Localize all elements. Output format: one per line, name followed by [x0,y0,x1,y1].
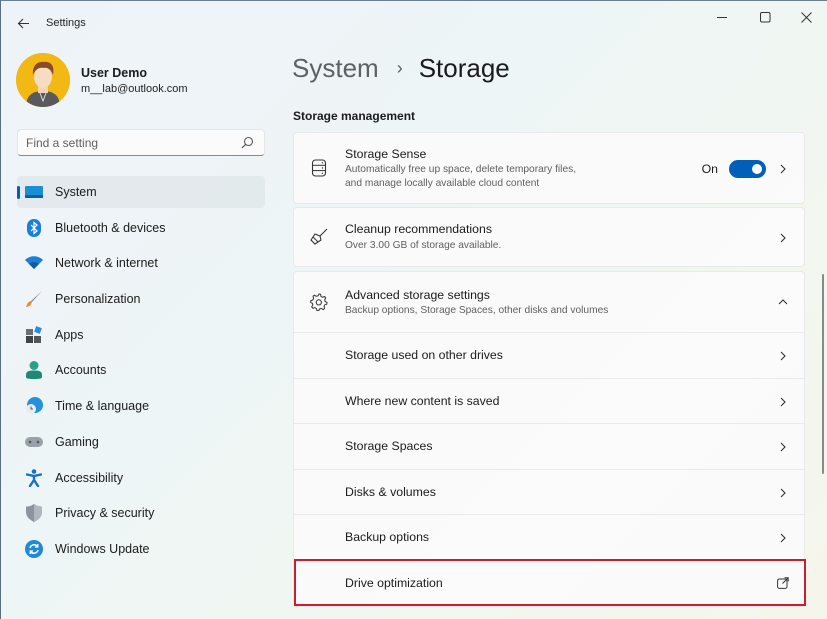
cleanup-description: Over 3.00 GB of storage available. [345,240,502,251]
cleanup-recommendations-card[interactable]: Cleanup recommendations Over 3.00 GB of … [293,207,805,267]
sidebar-item-label: Apps [55,327,84,342]
advanced-storage-settings-header[interactable]: Advanced storage settings Backup options… [294,272,804,332]
storage-sense-card[interactable]: Storage Sense Automatically free up spac… [293,132,805,204]
chevron-right-icon [780,233,786,243]
cleanup-title: Cleanup recommendations [345,222,492,236]
storage-drive-icon [311,159,327,177]
sidebar-item-accessibility[interactable]: Accessibility [17,462,265,494]
person-icon [25,361,43,380]
list-item-label: Drive optimization [345,575,443,590]
where-new-content-is-saved-item[interactable]: Where new content is saved [294,377,804,424]
sidebar-item-label: Privacy & security [55,506,155,521]
list-item-label: Where new content is saved [345,393,500,408]
sidebar-item-privacy[interactable]: Privacy & security [17,497,265,529]
close-button[interactable] [788,7,824,27]
chevron-right-icon [780,351,786,361]
system-icon [25,183,43,201]
user-profile[interactable]: User Demo m__lab@outlook.com [16,53,188,107]
chevron-right-icon [780,533,786,543]
gamepad-icon [25,433,43,451]
sidebar-item-personalization[interactable]: Personalization [17,283,265,315]
sidebar-item-label: Windows Update [55,541,150,556]
sidebar-item-label: Network & internet [55,256,158,271]
storage-spaces-item[interactable]: Storage Spaces [294,423,804,469]
avatar-icon [16,53,70,107]
storage-sense-description-line1: Automatically free up space, delete temp… [345,164,577,175]
sidebar-item-system[interactable]: System [17,176,265,208]
title-bar: Settings [1,1,827,45]
search-input[interactable] [18,130,228,155]
sidebar-item-bluetooth[interactable]: Bluetooth & devices [17,212,265,244]
sidebar-item-apps[interactable]: Apps [17,319,265,351]
storage-sense-description-line2: and manage locally available cloud conte… [345,178,540,189]
apps-icon [25,326,43,344]
maximize-icon [759,11,770,22]
disks-and-volumes-item[interactable]: Disks & volumes [294,468,804,515]
user-email: m__lab@outlook.com [81,82,188,95]
back-arrow-icon [17,18,29,28]
sidebar-nav: System Bluetooth & devices Network & int… [17,176,265,569]
scrollbar[interactable] [822,274,824,474]
chevron-right-icon [780,488,786,497]
sidebar-item-gaming[interactable]: Gaming [17,426,265,458]
search-box [17,129,265,156]
sidebar-item-label: Bluetooth & devices [55,220,166,235]
advanced-storage-settings-card: Advanced storage settings Backup options… [293,271,805,607]
list-item-label: Disks & volumes [345,484,436,499]
sidebar-item-label: System [55,185,97,199]
settings-window: Settings User Demo m__lab@outlook.com Fi… [0,0,827,619]
sidebar-item-label: Time & language [55,399,150,414]
back-button[interactable] [13,13,33,33]
storage-sense-title: Storage Sense [345,147,427,161]
storage-sense-toggle[interactable] [729,160,766,178]
sidebar-item-windows-update[interactable]: Windows Update [17,533,265,565]
brush-icon [25,290,43,308]
wifi-icon [25,254,43,272]
app-title: Settings [46,17,86,29]
breadcrumb-separator: › [396,58,403,78]
toggle-state-label: On [701,162,718,176]
broom-icon [310,228,328,245]
bluetooth-icon [25,218,43,237]
update-icon [25,539,43,558]
close-icon [800,11,812,23]
minimize-button[interactable] [704,7,740,27]
sidebar-item-label: Accessibility [55,470,124,485]
maximize-button[interactable] [747,7,783,27]
globe-clock-icon [25,397,43,415]
avatar [16,53,70,107]
sidebar-item-label: Personalization [55,292,141,307]
list-item-label: Storage used on other drives [345,348,503,362]
page-title: Storage [418,53,510,83]
list-item-label: Backup options [345,530,430,544]
breadcrumb: System › Storage [292,53,510,84]
sidebar-item-network[interactable]: Network & internet [17,247,265,279]
backup-options-item[interactable]: Backup options [294,514,804,560]
search-icon[interactable] [241,136,254,149]
sidebar-item-label: Accounts [55,363,107,378]
user-name: User Demo [81,65,147,80]
breadcrumb-parent[interactable]: System [292,53,379,84]
minimize-icon [717,17,727,18]
accessibility-icon [25,468,43,487]
advanced-storage-title: Advanced storage settings [345,288,490,302]
chevron-up-icon[interactable] [778,297,788,307]
chevron-right-icon [780,164,786,174]
sidebar-item-label: Gaming [55,434,99,449]
sidebar-item-accounts[interactable]: Accounts [17,354,265,386]
external-link-icon [777,576,789,589]
gear-icon [310,293,328,311]
list-item-label: Storage Spaces [345,439,433,453]
chevron-right-icon [780,397,786,406]
advanced-storage-description: Backup options, Storage Spaces, other di… [345,305,609,316]
section-title: Storage management [293,109,416,123]
shield-icon [25,504,43,523]
storage-used-on-other-drives-item[interactable]: Storage used on other drives [294,332,804,378]
chevron-right-icon [780,442,786,452]
drive-optimization-item[interactable]: Drive optimization [294,559,804,606]
sidebar-item-time-language[interactable]: Time & language [17,390,265,422]
